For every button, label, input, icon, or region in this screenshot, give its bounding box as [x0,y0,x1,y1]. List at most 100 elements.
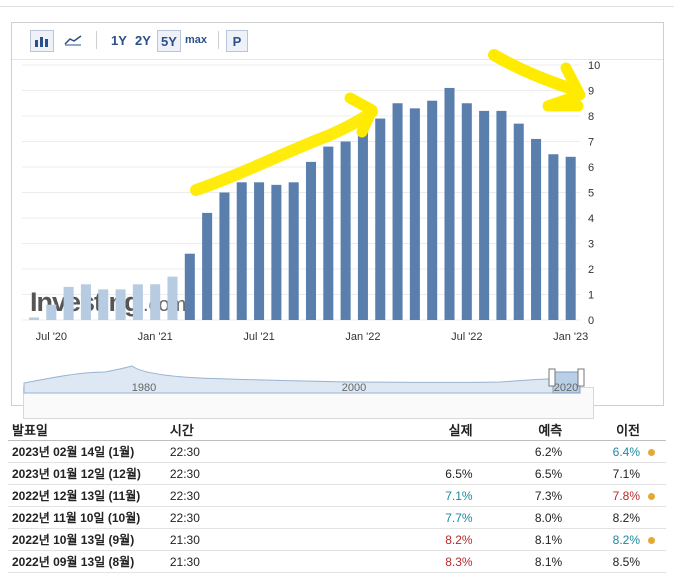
x-tick-label: Jul '22 [451,331,482,343]
cell-forecast: 6.5% [476,462,567,485]
cell-actual: 8.3% [412,550,477,573]
revision-dot-icon [648,492,655,500]
table-row[interactable]: 2022년 12월 13일 (11월) 22:30 7.1% 7.3% 7.8% [8,484,666,507]
chart-bar [513,123,524,321]
y-tick-label: 2 [588,264,594,276]
revision-dot-icon [648,448,655,456]
cell-previous: 7.1% [566,462,644,485]
chart-bar [392,103,403,320]
chart-bar [184,253,195,320]
y-tick-label: 7 [588,137,594,149]
x-tick-label: Jan '22 [345,331,380,343]
cell-actual: 7.1% [412,484,477,507]
watermark-logo-suffix: .com [143,294,186,316]
navigator-area [23,365,581,394]
cell-previous: 8.2% [566,528,644,551]
cell-previous: 6.4% [566,440,644,463]
chart-bar [323,146,334,320]
navigator-label: 2000 [342,382,366,394]
table-header-row: 발표일 시간 실제 예측 이전 [8,418,666,441]
y-tick-label: 9 [588,86,594,98]
x-tick-label: Jan '23 [553,331,588,343]
chart-bar [219,192,230,320]
cell-previous: 7.8% [566,484,644,507]
cell-forecast: 7.3% [476,484,567,507]
cell-time: 22:30 [165,462,413,485]
cell-date: 2023년 01월 12일 (12월) [8,462,166,485]
x-tick-label: Jan '21 [138,331,173,343]
cell-previous: 8.2% [566,506,644,529]
cell-indicator [644,550,666,573]
table-row[interactable]: 2022년 11월 10일 (10월) 22:30 7.7% 8.0% 8.2% [8,506,666,529]
chart-bar [80,284,91,320]
chart-bar [305,161,317,320]
chart-bar [375,118,386,320]
col-actual: 실제 [412,418,477,441]
cell-actual: 8.2% [412,528,477,551]
chart-bar [236,182,247,320]
chart-bar [409,108,420,320]
cell-forecast: 6.2% [476,440,567,463]
cell-time: 22:30 [165,506,413,529]
cell-time: 22:30 [165,484,413,507]
chart-bar [357,128,368,320]
chart-bar [132,284,143,320]
chart-bar [28,317,40,320]
events-table: 발표일 시간 실제 예측 이전 2023년 02월 14일 (1월) 22:30 6… [8,418,666,573]
y-tick-label: 6 [588,162,594,174]
y-tick-label: 8 [588,111,594,123]
table-row[interactable]: 2022년 09월 13일 (8월) 21:30 8.3% 8.1% 8.5% [8,550,666,573]
cell-indicator [644,462,666,485]
chart-bar [115,289,126,320]
navigator-handle-right [577,368,585,387]
cell-actual: 7.7% [412,506,477,529]
chart-bar [565,156,576,320]
y-tick-label: 1 [588,290,594,302]
cell-actual: 6.5% [412,462,477,485]
table-row[interactable]: 2022년 10월 13일 (9월) 21:30 8.2% 8.1% 8.2% [8,528,666,551]
navigator-label: 1980 [132,382,156,394]
chart-bar [271,184,282,320]
chart-bar [63,286,74,320]
revision-dot-icon [648,536,655,544]
table-row[interactable]: 2023년 02월 14일 (1월) 22:30 6.2% 6.4% [8,440,666,463]
chart-bar [288,182,299,320]
cell-forecast: 8.1% [476,550,567,573]
col-date: 발표일 [8,418,166,441]
chart-bar [98,289,109,320]
cell-indicator [644,440,666,463]
y-tick-label: 10 [588,60,600,72]
table-row[interactable]: 2023년 01월 12일 (12월) 22:30 6.5% 6.5% 7.1% [8,462,666,485]
chart-bar [444,87,455,320]
chart-bar [340,141,351,320]
cell-date: 2023년 02월 14일 (1월) [8,440,166,463]
chart-bar [150,284,161,320]
cell-indicator [644,484,666,507]
cell-date: 2022년 09월 13일 (8월) [8,550,166,573]
col-previous: 이전 [566,418,644,441]
y-tick-label: 5 [588,188,594,200]
cell-time: 21:30 [165,550,413,573]
cell-forecast: 8.0% [476,506,567,529]
col-forecast: 예측 [476,418,567,441]
chart-bar [254,182,265,320]
chart-bar [167,276,178,320]
y-tick-label: 0 [588,315,594,327]
navigator-label: 2020 [554,382,578,394]
cell-date: 2022년 12월 13일 (11월) [8,484,166,507]
cell-indicator [644,528,666,551]
cell-date: 2022년 10월 13일 (9월) [8,528,166,551]
y-tick-label: 4 [588,213,594,225]
chart-bar [531,138,542,320]
chart-bar [202,212,213,320]
cell-time: 22:30 [165,440,413,463]
cell-date: 2022년 11월 10일 (10월) [8,506,166,529]
x-tick-label: Jul '20 [36,331,67,343]
x-tick-label: Jul '21 [243,331,274,343]
chart-plot: 012345678910Investing.comJul '20Jan '21J… [22,49,600,394]
chart-bar [548,154,559,320]
col-time: 시간 [165,418,413,441]
y-tick-label: 3 [588,239,594,251]
cell-actual [412,440,477,463]
chart-bar [496,110,507,321]
